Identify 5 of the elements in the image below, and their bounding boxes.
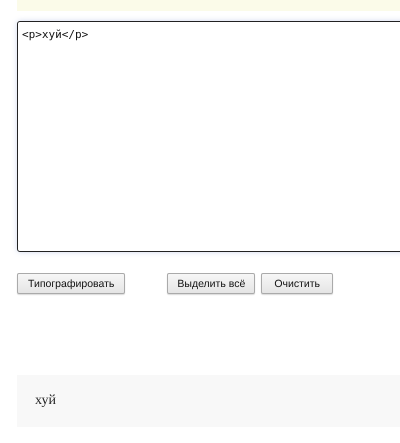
html-input-field[interactable]: <p>хуй</p> [17,21,400,252]
action-button[interactable]: Выделить всё [167,273,256,294]
result-text: хуй [35,393,56,409]
action-button[interactable]: Очистить [261,273,334,294]
action-button[interactable]: Типографировать [17,273,126,294]
